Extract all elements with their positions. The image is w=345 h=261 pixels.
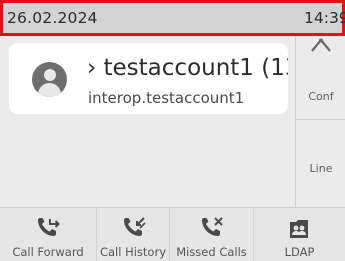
ldap-label: LDAP xyxy=(284,245,315,259)
ldap-button[interactable]: LDAP xyxy=(254,208,345,261)
call-history-label: Call History xyxy=(99,245,167,259)
missed-calls-icon xyxy=(202,217,223,236)
missed-calls-button[interactable]: Missed Calls xyxy=(170,208,254,261)
call-history-icon xyxy=(124,217,146,236)
ldap-directory-icon xyxy=(290,220,308,238)
status-date: 26.02.2024 xyxy=(7,9,98,27)
account-name: › testaccount1 (136 xyxy=(87,55,288,81)
side-item-label: Conf xyxy=(308,90,334,103)
side-item-label: Line xyxy=(309,162,333,175)
call-forward-button[interactable]: Call Forward xyxy=(0,208,97,261)
call-forward-icon xyxy=(38,218,60,236)
account-id: interop.testaccount1 xyxy=(88,89,245,107)
side-panel: Conf Line xyxy=(295,36,345,207)
user-avatar-icon xyxy=(32,62,67,97)
side-item-line[interactable]: Line xyxy=(296,120,345,204)
status-time: 14:39 xyxy=(304,9,345,27)
missed-calls-label: Missed Calls xyxy=(176,245,247,259)
conference-icon xyxy=(311,38,331,52)
account-card[interactable]: › testaccount1 (136 interop.testaccount1 xyxy=(9,43,288,114)
status-bar: 26.02.2024 14:39 xyxy=(0,0,345,36)
side-item-conf[interactable]: Conf xyxy=(296,36,345,119)
call-forward-label: Call Forward xyxy=(12,245,84,259)
bottom-softkey-bar: Call Forward Call History Missed Calls L… xyxy=(0,207,345,261)
account-panel: › testaccount1 (136 interop.testaccount1 xyxy=(0,36,295,207)
call-history-button[interactable]: Call History xyxy=(97,208,170,261)
